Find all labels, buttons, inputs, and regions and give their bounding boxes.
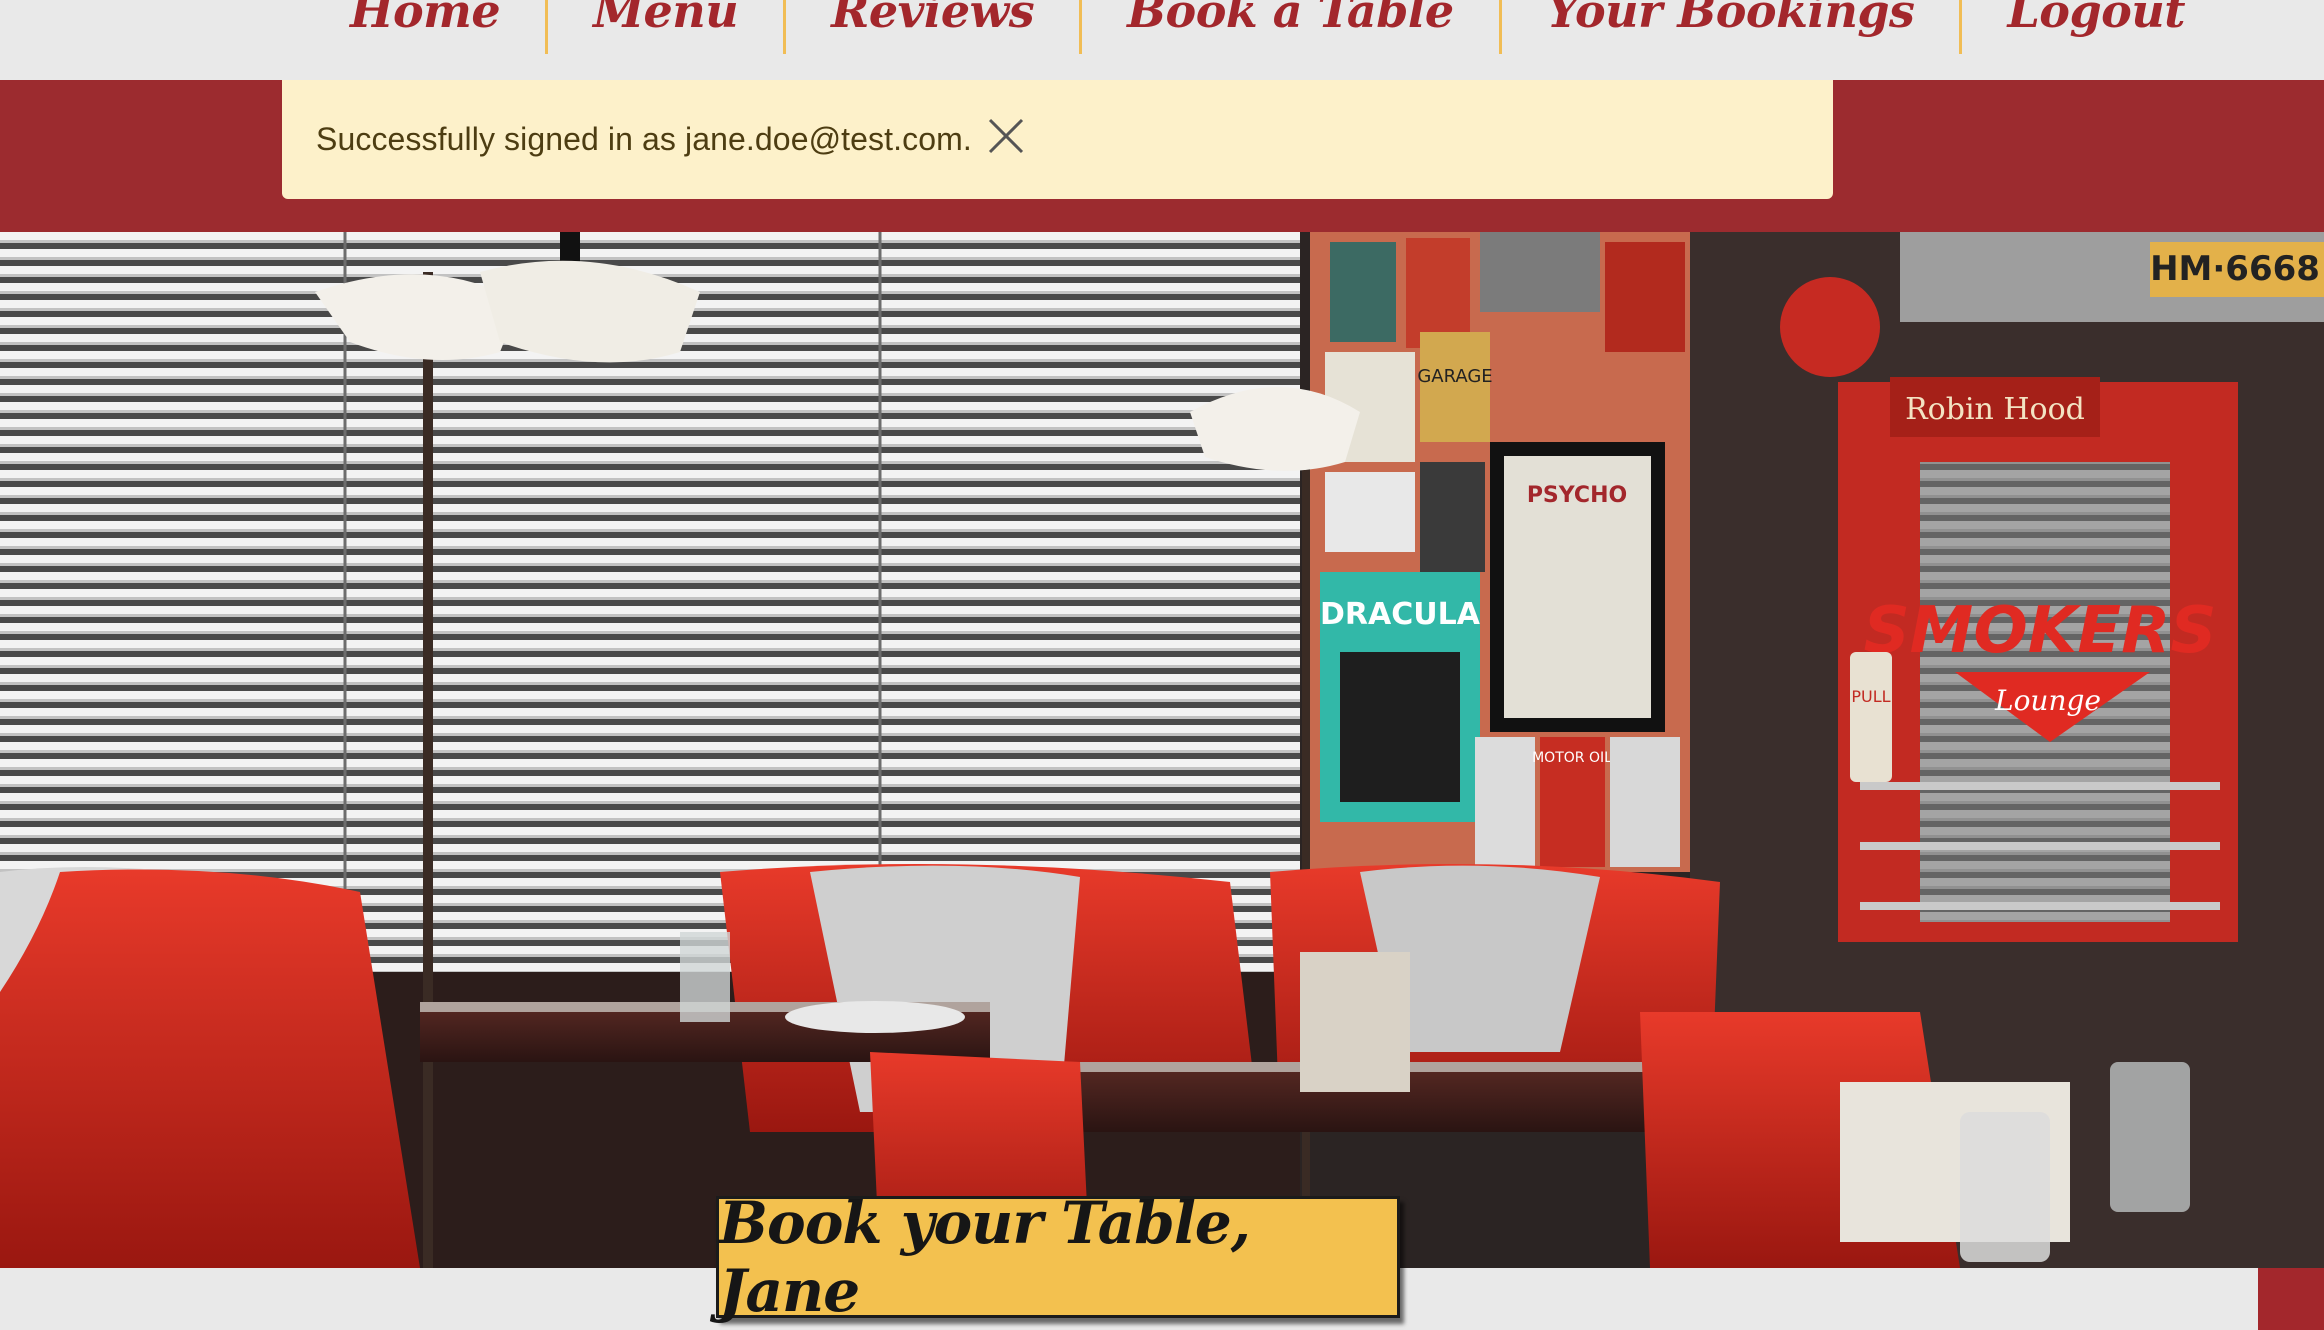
nav-book-table-link[interactable]: Book a Table bbox=[1082, 0, 1502, 54]
poster-psycho-text: PSYCHO bbox=[1527, 483, 1627, 508]
hero-image: GARAGE DRACULA PSYCHO MOTOR OIL HM·6668 … bbox=[0, 232, 2324, 1268]
sign-smokers-text: SMOKERS bbox=[1864, 594, 2217, 668]
alert-message: Successfully signed in as jane.doe@test.… bbox=[316, 121, 972, 157]
message-band: Successfully signed in as jane.doe@test.… bbox=[0, 80, 2324, 232]
sign-robinhood-text: Robin Hood bbox=[1905, 392, 2085, 427]
signin-alert: Successfully signed in as jane.doe@test.… bbox=[282, 80, 1833, 199]
corner-accent bbox=[2258, 1268, 2324, 1330]
poster-garage-text: GARAGE bbox=[1417, 366, 1492, 387]
license-plate-text: HM·6668 bbox=[2150, 249, 2320, 289]
nav-menu-link[interactable]: Menu bbox=[548, 0, 787, 54]
nav-home-link[interactable]: Home bbox=[324, 0, 549, 54]
poster-dracula-text: DRACULA bbox=[1320, 597, 1481, 632]
nav-reviews-link[interactable]: Reviews bbox=[786, 0, 1083, 54]
close-icon[interactable] bbox=[986, 116, 1026, 156]
nav-your-bookings-link[interactable]: Your Bookings bbox=[1502, 0, 1963, 54]
book-table-cta-button[interactable]: Book your Table, Jane bbox=[716, 1189, 1400, 1325]
top-navbar: Home Menu Reviews Book a Table Your Book… bbox=[0, 0, 2324, 80]
sign-lounge-text: Lounge bbox=[1994, 684, 2101, 717]
diner-interior-photo: GARAGE DRACULA PSYCHO MOTOR OIL HM·6668 … bbox=[0, 232, 2324, 1268]
poster-motoroil-text: MOTOR OIL bbox=[1532, 750, 1612, 766]
sign-pull-text: PULL bbox=[1851, 687, 1890, 706]
nav-logout-link[interactable]: Logout bbox=[1962, 0, 2230, 54]
nav-links: Home Menu Reviews Book a Table Your Book… bbox=[324, 0, 2230, 58]
